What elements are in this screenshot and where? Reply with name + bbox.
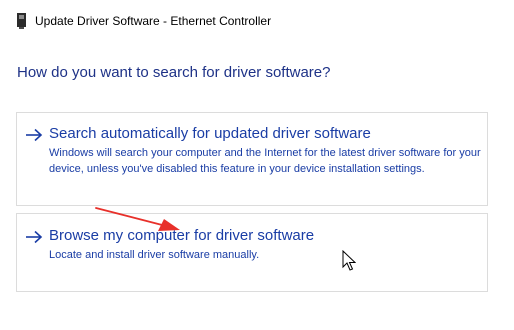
window-titlebar: Update Driver Software - Ethernet Contro… — [0, 0, 514, 40]
option-title: Search automatically for updated driver … — [49, 125, 371, 142]
window-title: Update Driver Software - Ethernet Contro… — [35, 14, 272, 28]
search-automatically-option[interactable]: Search automatically for updated driver … — [16, 112, 488, 206]
mouse-cursor-icon — [342, 250, 356, 271]
page-heading: How do you want to search for driver sof… — [17, 64, 331, 81]
option-description: Windows will search your computer and th… — [49, 147, 481, 175]
red-annotation-arrow-icon — [95, 207, 180, 231]
device-driver-icon — [17, 13, 26, 29]
browse-my-computer-option[interactable]: Browse my computer for driver software L… — [16, 213, 488, 292]
arrow-right-icon — [26, 128, 43, 142]
arrow-right-icon — [26, 230, 43, 244]
option-description: Locate and install driver software manua… — [49, 249, 260, 261]
